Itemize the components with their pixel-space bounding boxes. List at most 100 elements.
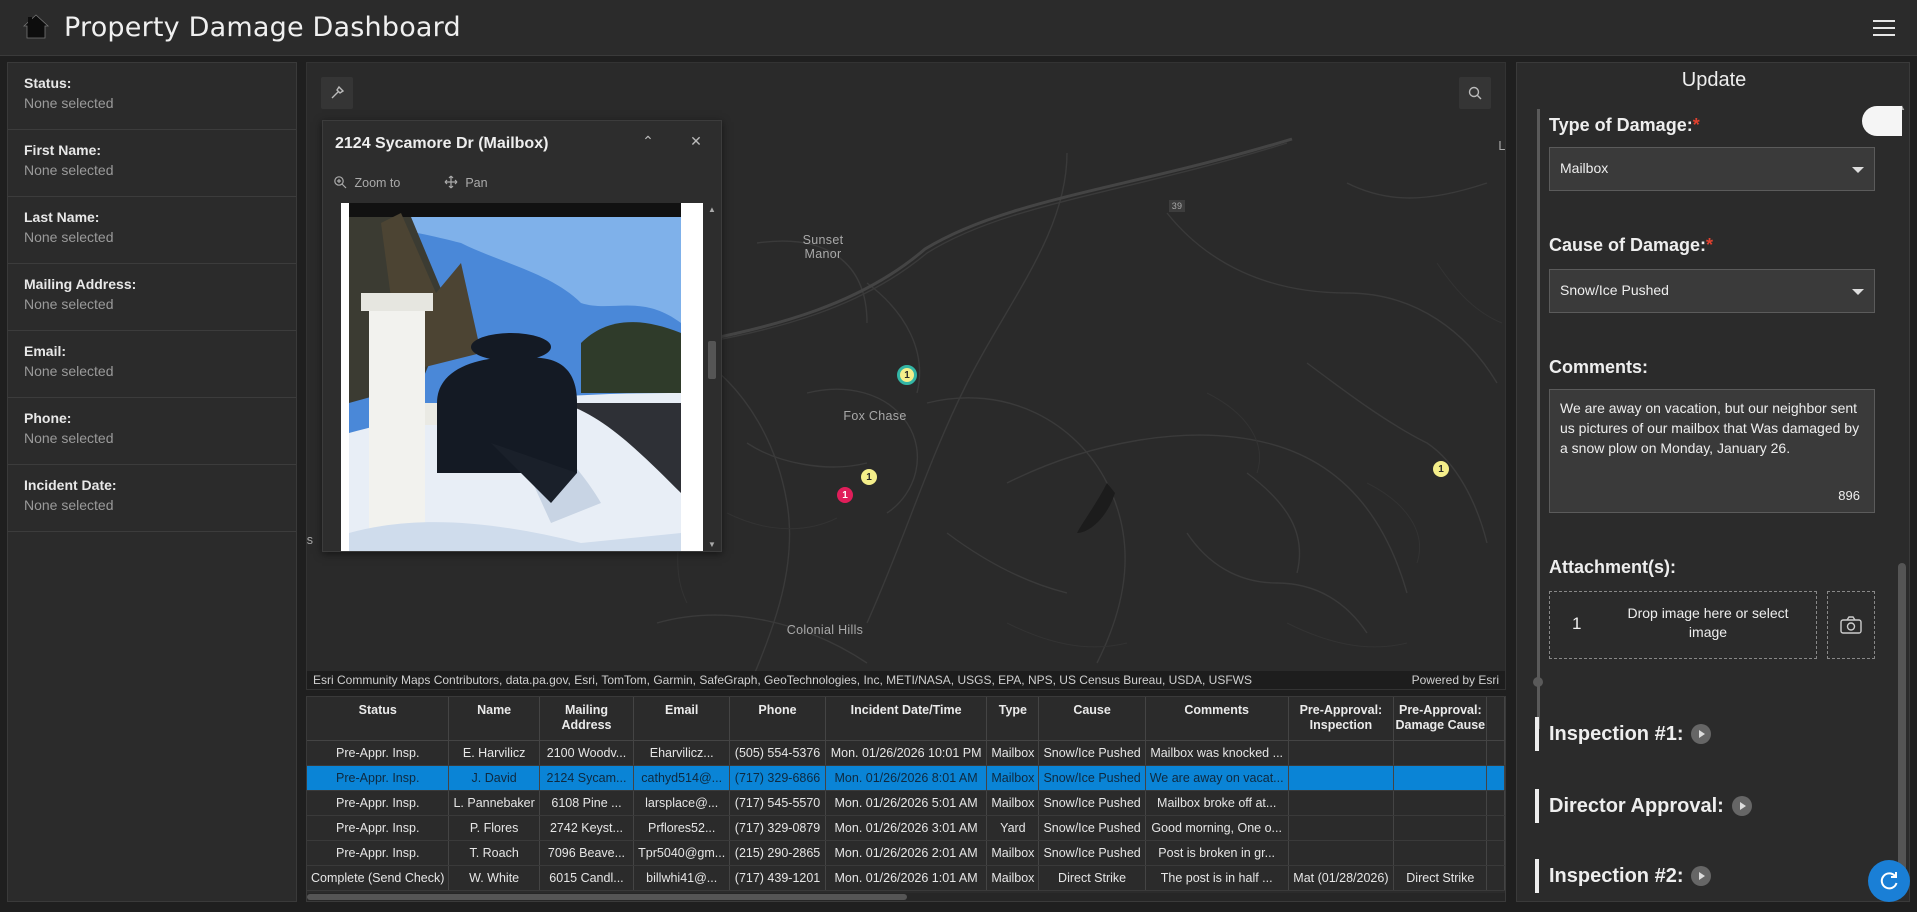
map-marker[interactable]: 1 (861, 469, 877, 485)
table-cell: Pre-Appr. Insp. (307, 840, 450, 866)
collapse-chevron-up-icon[interactable]: ⌃ (637, 133, 659, 155)
table-row[interactable]: Pre-Appr. Insp. E. Harvilicz 2100 Woodv...… (307, 740, 1505, 766)
popup-scrollbar[interactable]: ▲ ▼ (705, 203, 719, 551)
camera-icon[interactable] (1827, 591, 1875, 659)
map-marker-selected[interactable]: 1 (897, 365, 917, 385)
section-title: Inspection #2: (1549, 865, 1684, 887)
type-select-value: Mailbox (1560, 160, 1609, 176)
type-of-damage-label: Type of Damage:* (1549, 115, 1700, 136)
type-of-damage-select[interactable]: Mailbox (1549, 147, 1875, 191)
director-approval-section[interactable]: Director Approval: (1535, 789, 1895, 823)
table-cell: 2742 Keyst... (539, 815, 635, 841)
cause-of-damage-label: Cause of Damage:* (1549, 235, 1713, 256)
inspection-1-section[interactable]: Inspection #1: (1535, 717, 1895, 751)
table-row[interactable]: Pre-Appr. Insp. P. Flores 2742 Keyst... Prf… (307, 815, 1505, 841)
table-row[interactable]: Pre-Appr. Insp. T. Roach 7096 Beave... Tpr5… (307, 840, 1505, 866)
table-horizontal-scrollbar[interactable] (307, 893, 1505, 901)
zoom-to-label: Zoom to (354, 176, 401, 190)
column-header[interactable]: Email (633, 697, 731, 741)
table-cell: Mailbox (986, 865, 1040, 891)
table-row[interactable]: Complete (Send Check) W. White 6015 Candl.… (307, 865, 1505, 891)
table-cell: Direct Strike (1038, 865, 1146, 891)
attachment-photo[interactable] (341, 203, 703, 551)
filter-mailing-address[interactable]: Mailing Address: None selected (8, 264, 296, 331)
column-header[interactable]: Comments (1145, 697, 1289, 741)
table-cell-overflow (1486, 865, 1505, 891)
search-icon[interactable] (1459, 77, 1491, 109)
filter-email[interactable]: Email: None selected (8, 331, 296, 398)
table-cell: Snow/Ice Pushed (1038, 765, 1146, 791)
filter-first-name[interactable]: First Name: None selected (8, 130, 296, 197)
filter-incident-date[interactable]: Incident Date: None selected (8, 465, 296, 532)
powered-by-esri[interactable]: Powered by Esri (1412, 673, 1499, 687)
table-cell: Mailbox (986, 840, 1040, 866)
table-row[interactable]: Pre-Appr. Insp. J. David 2124 Sycam... cath… (307, 765, 1505, 791)
column-header[interactable]: Status (307, 697, 450, 741)
inspection-2-section[interactable]: Inspection #2: (1535, 859, 1895, 893)
table-cell: W. White (448, 865, 540, 891)
attachments-label: Attachment(s): (1549, 557, 1677, 577)
filter-last-name[interactable]: Last Name: None selected (8, 197, 296, 264)
table-cell-overflow (1486, 815, 1505, 841)
table-cell: Mon. 01/26/2026 1:01 AM (825, 865, 988, 891)
map-marker[interactable]: 1 (1433, 461, 1449, 477)
filter-value: None selected (24, 430, 114, 446)
column-header[interactable]: Incident Date/Time (825, 697, 988, 741)
table-cell: Pre-Appr. Insp. (307, 790, 450, 816)
table-cell: We are away on vacat... (1145, 765, 1289, 791)
column-header[interactable]: Type (986, 697, 1040, 741)
column-header-overflow (1486, 697, 1505, 741)
column-header[interactable]: Pre-Approval: Inspection (1288, 697, 1395, 741)
form-rail-end (1533, 677, 1543, 687)
table-cell: (717) 329-0879 (729, 815, 826, 841)
pan-label: Pan (465, 176, 488, 190)
table-cell: 7096 Beave... (539, 840, 635, 866)
form-scrollbar[interactable]: ▲ (1897, 103, 1907, 895)
comments-textarea[interactable]: We are away on vacation, but our neighbo… (1549, 389, 1875, 513)
attribution-text: Esri Community Maps Contributors, data.p… (313, 673, 1253, 687)
cause-of-damage-select[interactable]: Snow/Ice Pushed (1549, 269, 1875, 313)
required-mark: * (1692, 115, 1700, 135)
table-row[interactable]: Pre-Appr. Insp. L. Pannebaker 6108 Pine ..… (307, 790, 1505, 816)
pan-action[interactable]: Pan (444, 175, 508, 190)
filter-phone[interactable]: Phone: None selected (8, 398, 296, 465)
expand-play-icon[interactable] (1731, 795, 1752, 816)
table-cell: billwhi41@... (633, 865, 731, 891)
required-mark: * (1706, 235, 1714, 255)
table-cell-overflow (1486, 790, 1505, 816)
refresh-icon[interactable] (1868, 860, 1910, 902)
hamburger-menu-icon[interactable] (1873, 20, 1895, 38)
map-marker[interactable]: 1 (837, 487, 853, 503)
table-cell: Post is broken in gr... (1145, 840, 1289, 866)
table-cell: Mon. 01/26/2026 10:01 PM (825, 740, 988, 766)
filter-label: Email: (24, 343, 67, 359)
table-cell (1288, 765, 1395, 791)
expand-play-icon[interactable] (1691, 723, 1712, 744)
column-header[interactable]: Mailing Address (539, 697, 635, 741)
filter-value: None selected (24, 497, 114, 513)
column-header[interactable]: Name (448, 697, 540, 741)
zoom-to-action[interactable]: Zoom to (333, 176, 424, 190)
column-header[interactable]: Pre-Approval: Damage Cause (1393, 697, 1488, 741)
form-toggle-tab[interactable] (1862, 106, 1902, 136)
table-cell: Tpr5040@gm... (633, 840, 731, 866)
table-cell: P. Flores (448, 815, 540, 841)
table-cell: Mon. 01/26/2026 2:01 AM (825, 840, 988, 866)
section-title: Director Approval: (1549, 795, 1724, 817)
table-cell (1393, 815, 1488, 841)
feature-popup: 2124 Sycamore Dr (Mailbox) ⌃ ✕ Zoom to P… (322, 120, 722, 552)
filter-panel: Status: None selected First Name: None sel… (7, 62, 297, 902)
cause-select-value: Snow/Ice Pushed (1560, 282, 1669, 298)
column-header[interactable]: Phone (729, 697, 826, 741)
table-cell: (215) 290-2865 (729, 840, 826, 866)
table-cell: 6015 Candl... (539, 865, 635, 891)
expand-play-icon[interactable] (1691, 865, 1712, 886)
filter-status[interactable]: Status: None selected (8, 63, 296, 130)
table-cell: Good morning, One o... (1145, 815, 1289, 841)
filter-label: Phone: (24, 410, 72, 426)
column-header[interactable]: Cause (1038, 697, 1146, 741)
close-icon[interactable]: ✕ (685, 133, 707, 155)
attachment-drop-zone[interactable]: 1 Drop image here or select image (1549, 591, 1817, 659)
edit-wrench-icon[interactable] (321, 77, 353, 109)
form-rail (1537, 109, 1540, 729)
